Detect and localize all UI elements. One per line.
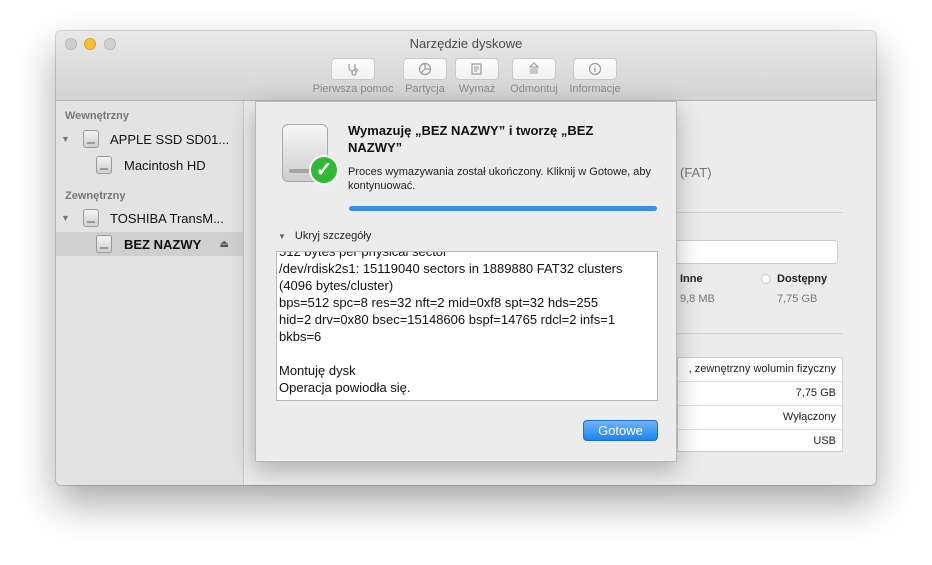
log-line: 512 bytes per physical sector [279, 251, 448, 259]
divider [677, 212, 843, 213]
log-line: hid=2 drv=0x80 bsec=15148606 bspf=14765 … [279, 312, 616, 327]
disclosure-triangle-icon[interactable]: ▼ [61, 213, 70, 223]
log-line: /dev/rdisk2s1: 15119040 sectors in 18898… [279, 261, 623, 276]
sidebar-item-bez-nazwy[interactable]: BEZ NAZWY ⏏ [56, 232, 243, 256]
erase-label: Wymaż [458, 83, 496, 95]
sidebar-item-toshiba[interactable]: ▼ TOSHIBA TransM... [56, 206, 243, 230]
unmount-icon [528, 62, 540, 74]
erase-button[interactable]: Wymaż [454, 58, 500, 95]
done-button[interactable]: Gotowe [583, 420, 658, 441]
info-row-owners: Wyłączony [678, 406, 842, 430]
checkmark-icon: ✓ [309, 155, 339, 185]
log-line: bps=512 spc=8 res=32 nft=2 mid=0xf8 spt=… [279, 295, 599, 310]
volume-format-fragment: (FAT) [680, 165, 712, 180]
disclosure-triangle-icon[interactable]: ▼ [61, 134, 70, 144]
free-space-swatch [761, 274, 771, 284]
usage-bar [677, 240, 838, 264]
volume-info-table: , zewnętrzny wolumin fizyczny 7,75 GB Wy… [677, 357, 843, 452]
erase-dialog: ✓ Wymazuję „BEZ NAZWY” i tworzę „BEZ NAZ… [255, 101, 677, 462]
info-row-capacity: 7,75 GB [678, 382, 842, 406]
titlebar: Narzędzie dyskowe Pierwsza pomoc Partycj… [56, 31, 876, 101]
legend-other-label: Inne [680, 273, 703, 285]
log-line: Montuję dysk [279, 363, 356, 378]
first-aid-label: Pierwsza pomoc [312, 83, 394, 95]
unmount-label: Odmontuj [510, 83, 558, 95]
eject-icon[interactable]: ⏏ [220, 239, 229, 250]
sidebar-item-label: TOSHIBA TransM... [110, 210, 224, 226]
sidebar-item-macintosh-hd[interactable]: Macintosh HD [56, 153, 243, 177]
stethoscope-icon [348, 64, 358, 76]
dialog-title: Wymazuję „BEZ NAZWY” i tworzę „BEZ NAZWY… [348, 123, 594, 155]
details-log[interactable]: 512 bytes per physical sector/dev/rdisk2… [276, 251, 658, 401]
legend-other-value: 9,8 MB [680, 293, 715, 305]
sidebar-item-apple-ssd[interactable]: ▼ APPLE SSD SD01... [56, 127, 243, 151]
partition-button[interactable]: Partycja [402, 58, 448, 95]
external-disk-icon [83, 209, 99, 227]
info-button[interactable]: Informacje [566, 58, 624, 95]
sidebar: Wewnętrzny ▼ APPLE SSD SD01... Macintosh… [56, 101, 244, 485]
sidebar-item-label: APPLE SSD SD01... [110, 131, 230, 147]
hide-details-label: Ukryj szczegóły [294, 230, 372, 242]
eraser-icon [471, 63, 482, 75]
progress-fill [349, 206, 657, 211]
window-title: Narzędzie dyskowe [409, 36, 523, 51]
sidebar-item-label: Macintosh HD [124, 157, 206, 173]
volume-icon [96, 156, 112, 174]
volume-icon [96, 235, 112, 253]
disclosure-triangle-icon: ▼ [278, 232, 286, 241]
log-line: (4096 bytes/cluster) [279, 278, 394, 293]
divider [677, 333, 843, 334]
legend-free-label: Dostępny [777, 273, 828, 285]
log-text: 512 bytes per physical sector/dev/rdisk2… [279, 251, 655, 396]
hide-details-toggle[interactable]: ▼ Ukryj szczegóły [278, 230, 371, 242]
info-row-type: , zewnętrzny wolumin fizyczny [678, 358, 842, 382]
pie-chart-icon [418, 62, 432, 76]
log-line: bkbs=6 [279, 329, 322, 344]
internal-disk-icon [83, 130, 99, 148]
info-icon [588, 62, 602, 76]
sidebar-header-internal: Wewnętrzny [65, 110, 129, 122]
info-row-connection: USB [813, 435, 836, 447]
progress-bar [349, 206, 657, 211]
sidebar-item-label: BEZ NAZWY [124, 236, 202, 252]
log-line: Operacja powiodła się. [279, 380, 411, 395]
unmount-button[interactable]: Odmontuj [506, 58, 562, 95]
first-aid-button[interactable]: Pierwsza pomoc [308, 58, 398, 95]
legend-free-value: 7,75 GB [777, 293, 818, 305]
sidebar-header-external: Zewnętrzny [65, 190, 126, 202]
partition-label: Partycja [405, 83, 445, 95]
dialog-message: Proces wymazywania został ukończony. Kli… [348, 166, 652, 192]
info-label: Informacje [569, 83, 621, 95]
